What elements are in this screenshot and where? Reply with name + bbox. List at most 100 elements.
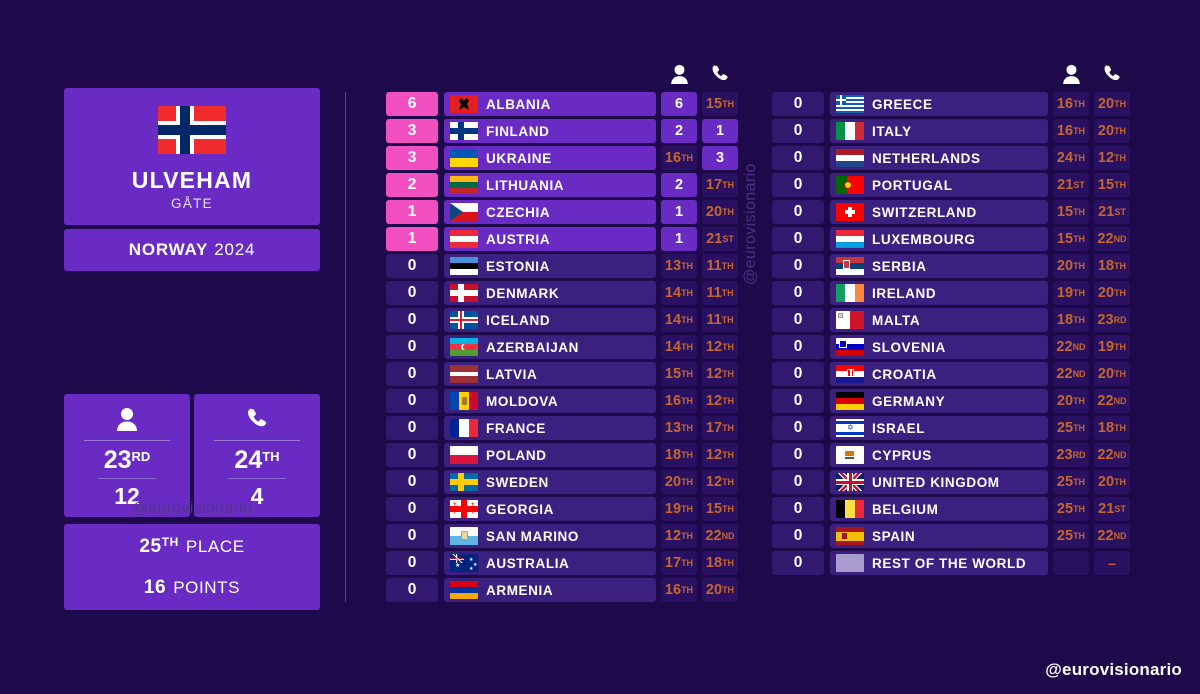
table-row[interactable]: 0 GERMANY 20 TH 22 ND <box>772 389 1130 413</box>
table-row[interactable]: 0 AZERBAIJAN 14 TH 12 TH <box>386 335 738 359</box>
table-row[interactable]: 0 ITALY 16 TH 20 TH <box>772 119 1130 143</box>
jury-rank-cell: 15 TH <box>1053 227 1089 251</box>
jury-rank-cell: 20 TH <box>1053 254 1089 278</box>
televote-rank-cell: 20 TH <box>702 200 738 224</box>
table-row[interactable]: 0 ✡ ISRAEL 25 TH 18 TH <box>772 416 1130 440</box>
country-cell: IRELAND <box>830 281 1048 305</box>
country-name: CROATIA <box>872 366 937 382</box>
jury-rank-cell: 25 TH <box>1053 416 1089 440</box>
televote-rank-cell: 15 TH <box>702 497 738 521</box>
country-cell: BELGIUM <box>830 497 1048 521</box>
televote-rank-cell: 15 TH <box>702 92 738 116</box>
table-row[interactable]: 0 REST OF THE WORLD – <box>772 551 1130 575</box>
points-badge: 0 <box>772 227 824 251</box>
table-row[interactable]: 0 FRANCE 13 TH 17 TH <box>386 416 738 440</box>
entry-card: ULVEHAM GÅTE <box>64 88 320 226</box>
table-row[interactable]: 0 SWITZERLAND 15 TH 21 ST <box>772 200 1130 224</box>
table-row[interactable]: 0 ICELAND 14 TH 11 TH <box>386 308 738 332</box>
country-cell: GREECE <box>830 92 1048 116</box>
se-flag-icon <box>450 473 478 491</box>
country-cell: CZECHIA <box>444 200 656 224</box>
md-flag-icon <box>450 392 478 410</box>
televote-rank-cell: 22 ND <box>1094 524 1130 548</box>
televote-rank-cell: 23 RD <box>1094 308 1130 332</box>
fi-flag-icon <box>450 122 478 140</box>
final-points-label: POINTS <box>173 578 241 597</box>
artist-name: GÅTE <box>171 196 213 212</box>
televote-rank-cell: 3 <box>702 146 738 170</box>
table-row[interactable]: 1 CZECHIA 1 20 TH <box>386 200 738 224</box>
table-row[interactable]: 0 PORTUGAL 21 ST 15 TH <box>772 173 1130 197</box>
jury-rank-cell: 15 TH <box>1053 200 1089 224</box>
jury-rank-cell: 14 TH <box>661 308 697 332</box>
televote-rank-cell: 21 ST <box>702 227 738 251</box>
country-name: NETHERLANDS <box>872 150 981 166</box>
final-place-label: PLACE <box>185 537 245 556</box>
cz-flag-icon <box>450 203 478 221</box>
jury-rank-cell: 13 TH <box>661 416 697 440</box>
row-flag-icon <box>836 554 864 572</box>
televote-rank-cell: 20 TH <box>1094 470 1130 494</box>
table-row[interactable]: 0 UNITED KINGDOM 25 TH 20 TH <box>772 470 1130 494</box>
table-row[interactable]: 0 SAN MARINO 12 TH 22 ND <box>386 524 738 548</box>
table-row[interactable]: 0 SERBIA 20 TH 18 TH <box>772 254 1130 278</box>
table-row[interactable]: 0 LATVIA 15 TH 12 TH <box>386 362 738 386</box>
jury-rank-cell: 13 TH <box>661 254 697 278</box>
table-row[interactable]: 3 FINLAND 2 1 <box>386 119 738 143</box>
points-badge: 6 <box>386 92 438 116</box>
table-row[interactable]: 0 GREECE 16 TH 20 TH <box>772 92 1130 116</box>
table-row[interactable]: 0 MALTA 18 TH 23 RD <box>772 308 1130 332</box>
ua-flag-icon <box>450 149 478 167</box>
at-flag-icon <box>450 230 478 248</box>
points-badge: 0 <box>386 578 438 602</box>
table-row[interactable]: 1 AUSTRIA 1 21 ST <box>386 227 738 251</box>
table-row[interactable]: 0 CYPRUS 23 RD 22 ND <box>772 443 1130 467</box>
table-row[interactable]: 0 BELGIUM 25 TH 21 ST <box>772 497 1130 521</box>
table-row[interactable]: 0 MOLDOVA 16 TH 12 TH <box>386 389 738 413</box>
country-cell: CROATIA <box>830 362 1048 386</box>
points-badge: 3 <box>386 119 438 143</box>
televote-rank: 24TH <box>234 446 280 474</box>
au-flag-icon: ★ ★ ★ ★ <box>450 554 478 572</box>
televote-rank-cell: 19 TH <box>1094 335 1130 359</box>
lu-flag-icon <box>836 230 864 248</box>
jury-rank-cell: 12 TH <box>661 524 697 548</box>
country-cell: REST OF THE WORLD <box>830 551 1048 575</box>
pl-flag-icon <box>450 446 478 464</box>
country-name: FRANCE <box>486 420 546 436</box>
country-cell: ✡ ISRAEL <box>830 416 1048 440</box>
televote-rank-cell: – <box>1094 551 1130 575</box>
country-cell: UKRAINE <box>444 146 656 170</box>
be-flag-icon <box>836 500 864 518</box>
table-row[interactable]: 0 LUXEMBOURG 15 TH 22 ND <box>772 227 1130 251</box>
country-cell: ESTONIA <box>444 254 656 278</box>
table-row[interactable]: 3 UKRAINE 16 TH 3 <box>386 146 738 170</box>
table-row[interactable]: 2 LITHUANIA 2 17 TH <box>386 173 738 197</box>
table-row[interactable]: 0 SLOVENIA 22 ND 19 TH <box>772 335 1130 359</box>
jury-rank-cell: 6 <box>661 92 697 116</box>
country-cell: MOLDOVA <box>444 389 656 413</box>
vertical-divider <box>345 92 346 602</box>
dk-flag-icon <box>450 284 478 302</box>
televote-rank-cell: 21 ST <box>1094 497 1130 521</box>
table-row[interactable]: 0 ESTONIA 13 TH 11 TH <box>386 254 738 278</box>
table-row[interactable]: 0 DENMARK 14 TH 11 TH <box>386 281 738 305</box>
table-row[interactable]: 0 SWEDEN 20 TH 12 TH <box>386 470 738 494</box>
hr-flag-icon <box>836 365 864 383</box>
table-row[interactable]: 0 IRELAND 19 TH 20 TH <box>772 281 1130 305</box>
il-flag-icon: ✡ <box>836 419 864 437</box>
jury-rank-cell: 23 RD <box>1053 443 1089 467</box>
table-row[interactable]: 6 ALBANIA 6 15 TH <box>386 92 738 116</box>
table-row[interactable]: 0 + + + + GEORGIA 19 TH 15 TH <box>386 497 738 521</box>
country-name: LITHUANIA <box>486 177 565 193</box>
table-row[interactable]: 0 NETHERLANDS 24 TH 12 TH <box>772 146 1130 170</box>
points-badge: 0 <box>772 443 824 467</box>
table-row[interactable]: 0 ARMENIA 16 TH 20 TH <box>386 578 738 602</box>
table-row[interactable]: 0 ★ ★ ★ ★ AUSTRALIA 17 TH 18 TH <box>386 551 738 575</box>
country-name: ICELAND <box>486 312 551 328</box>
table-row[interactable]: 0 POLAND 18 TH 12 TH <box>386 443 738 467</box>
table-row[interactable]: 0 SPAIN 25 TH 22 ND <box>772 524 1130 548</box>
ch-flag-icon <box>836 203 864 221</box>
am-flag-icon <box>450 581 478 599</box>
table-row[interactable]: 0 CROATIA 22 ND 20 TH <box>772 362 1130 386</box>
